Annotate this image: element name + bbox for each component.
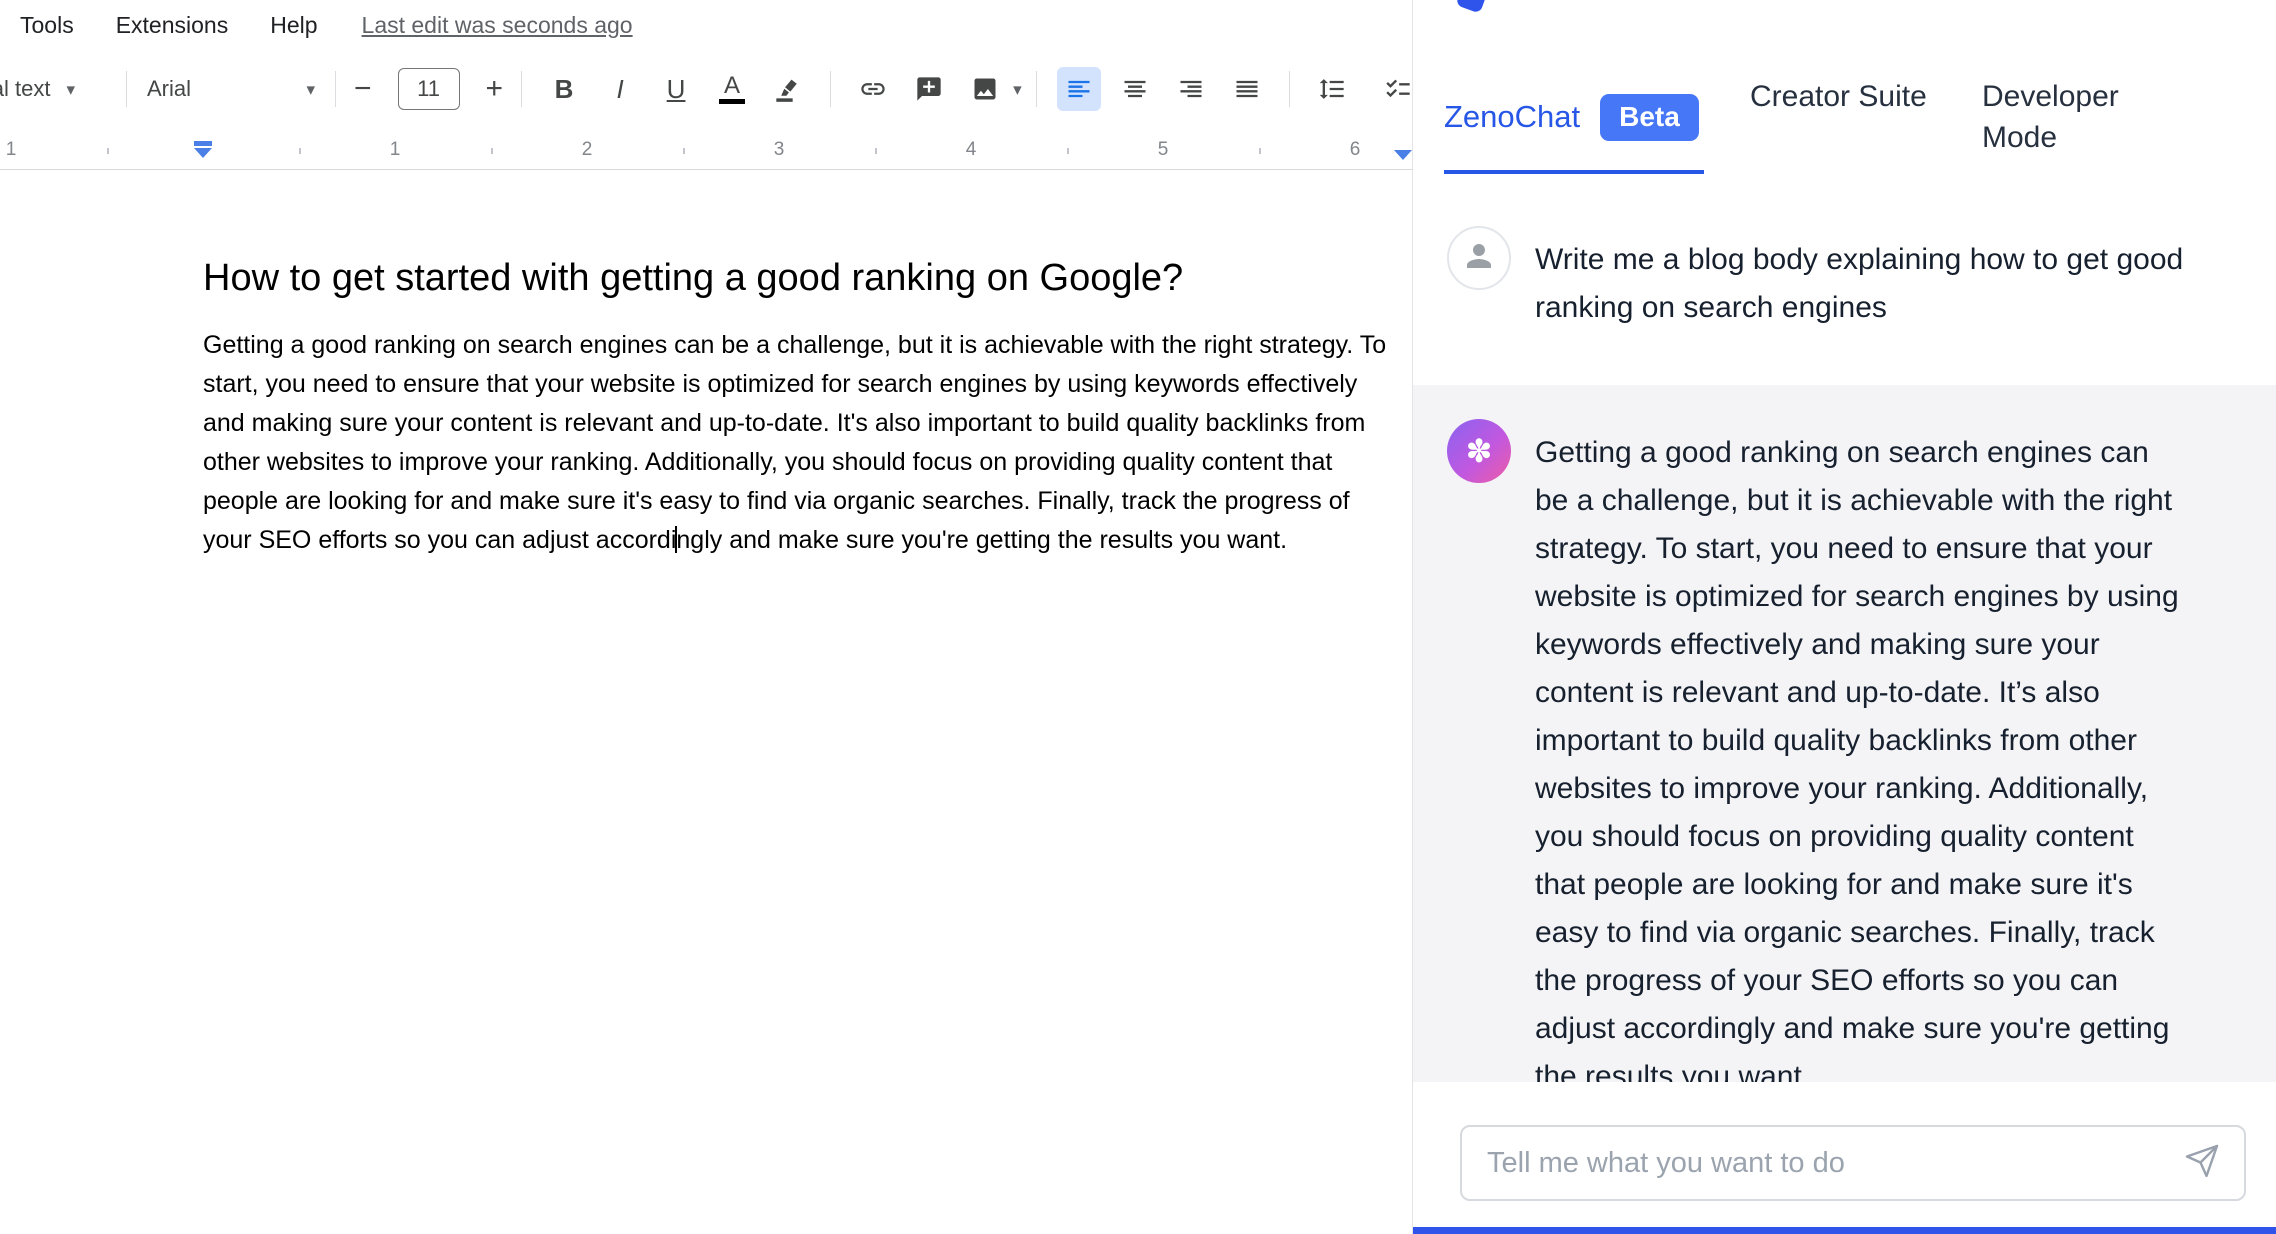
insert-link-button[interactable] — [851, 67, 895, 111]
ruler-number: 1 — [390, 139, 401, 161]
italic-button[interactable]: I — [598, 67, 642, 111]
ai-message: Getting a good ranking on search engines… — [1535, 429, 2183, 1082]
add-comment-button[interactable] — [907, 67, 951, 111]
ruler-tick — [299, 148, 301, 154]
checklist-icon — [1384, 75, 1412, 103]
ai-response-block: ✽ Getting a good ranking on search engin… — [1413, 385, 2276, 1082]
zeno-flower-icon: ✽ — [1466, 432, 1493, 470]
send-icon — [2184, 1143, 2220, 1184]
image-dropdown-caret-icon[interactable]: ▾ — [1013, 81, 1022, 98]
chat-input-container — [1460, 1125, 2246, 1201]
ruler-tick — [1259, 148, 1261, 154]
menubar: Tools Extensions Help Last edit was seco… — [0, 0, 1412, 50]
align-center-button[interactable] — [1113, 67, 1157, 111]
panel-footer-bar — [1413, 1227, 2276, 1234]
align-right-button[interactable] — [1169, 67, 1213, 111]
toolbar-divider — [126, 71, 127, 107]
paragraph-style-selector[interactable]: Normal text ▾ — [0, 67, 112, 111]
checklist-button[interactable] — [1376, 67, 1412, 111]
screen: Tools Extensions Help Last edit was seco… — [0, 0, 2276, 1234]
ruler-number: 2 — [582, 139, 593, 161]
ruler-tick — [1067, 148, 1069, 154]
justify-icon — [1233, 75, 1261, 103]
toolbar-divider — [1036, 71, 1037, 107]
send-button[interactable] — [2182, 1143, 2222, 1183]
right-indent-triangle-icon — [1394, 150, 1412, 160]
body-text-before-cursor: Getting a good ranking on search engines… — [203, 331, 1386, 554]
font-family-label: Arial — [147, 76, 191, 102]
ruler-tick — [107, 148, 109, 154]
tab-zenochat-label: ZenoChat — [1444, 99, 1580, 135]
align-center-icon — [1121, 75, 1149, 103]
font-size-value[interactable]: 11 — [398, 68, 460, 110]
link-icon — [859, 75, 887, 103]
bold-button[interactable]: B — [542, 67, 586, 111]
left-indent-marker[interactable] — [194, 141, 212, 158]
tab-zenochat[interactable]: ZenoChat Beta — [1444, 94, 1699, 141]
toolbar: Normal text ▾ Arial ▾ − 11 + B I U A — [0, 50, 1412, 128]
google-docs-area: Tools Extensions Help Last edit was seco… — [0, 0, 1412, 1234]
ruler-tick — [491, 148, 493, 154]
text-color-button[interactable]: A — [710, 67, 754, 111]
menu-item-extensions[interactable]: Extensions — [116, 12, 229, 39]
menu-item-tools[interactable]: Tools — [20, 12, 74, 39]
ruler-tick — [875, 148, 877, 154]
chat-input[interactable] — [1462, 1127, 2244, 1199]
font-size-decrease-button[interactable]: − — [350, 74, 376, 104]
highlighter-icon — [774, 75, 802, 103]
underline-button[interactable]: U — [654, 67, 698, 111]
person-icon — [1461, 238, 1497, 279]
menu-item-help[interactable]: Help — [270, 12, 317, 39]
ruler-number: 4 — [966, 139, 977, 161]
textcortex-logo-icon — [1455, 0, 1488, 14]
text-color-swatch — [719, 99, 745, 104]
image-icon — [971, 75, 999, 103]
tab-creator-suite[interactable]: Creator Suite — [1750, 76, 1930, 117]
tab-developer-mode[interactable]: Developer Mode — [1982, 76, 2162, 158]
align-left-button[interactable] — [1057, 67, 1101, 111]
ruler-number: 5 — [1158, 139, 1169, 161]
document-title[interactable]: How to get started with getting a good r… — [203, 257, 1183, 300]
line-spacing-icon — [1318, 75, 1346, 103]
toolbar-divider — [1289, 71, 1290, 107]
add-comment-icon — [915, 75, 943, 103]
ruler-tick — [683, 148, 685, 154]
user-avatar — [1447, 226, 1511, 290]
beta-badge: Beta — [1600, 94, 1699, 141]
align-right-icon — [1177, 75, 1205, 103]
paragraph-style-label: Normal text — [0, 76, 50, 102]
line-spacing-button[interactable] — [1310, 67, 1354, 111]
left-indent-triangle-icon — [194, 148, 212, 158]
user-message: Write me a blog body explaining how to g… — [1535, 236, 2215, 332]
chevron-down-icon: ▾ — [66, 81, 75, 98]
justify-button[interactable] — [1225, 67, 1269, 111]
first-line-indent-marker[interactable] — [194, 141, 212, 146]
ruler-number: 6 — [1350, 139, 1361, 161]
body-text-after-cursor: ngly and make sure you're getting the re… — [676, 526, 1287, 554]
ruler: 1 1 2 3 4 5 6 — [0, 128, 1412, 170]
toolbar-divider — [830, 71, 831, 107]
align-left-icon — [1065, 75, 1093, 103]
active-tab-underline — [1444, 170, 1704, 174]
font-family-selector[interactable]: Arial ▾ — [141, 67, 321, 111]
chevron-down-icon: ▾ — [306, 81, 315, 98]
document-body[interactable]: Getting a good ranking on search engines… — [203, 326, 1388, 560]
toolbar-divider — [335, 71, 336, 107]
zeno-avatar: ✽ — [1447, 419, 1511, 483]
insert-image-button[interactable] — [963, 67, 1007, 111]
ruler-number: 1 — [6, 139, 17, 161]
font-size-increase-button[interactable]: + — [482, 74, 508, 104]
document-page[interactable]: How to get started with getting a good r… — [0, 171, 1412, 1234]
ruler-number: 3 — [774, 139, 785, 161]
right-indent-marker[interactable] — [1394, 148, 1412, 160]
zenochat-panel: ZenoChat Beta Creator Suite Developer Mo… — [1412, 0, 2276, 1234]
last-edit-link[interactable]: Last edit was seconds ago — [362, 12, 633, 39]
highlight-color-button[interactable] — [766, 67, 810, 111]
toolbar-divider — [521, 71, 522, 107]
